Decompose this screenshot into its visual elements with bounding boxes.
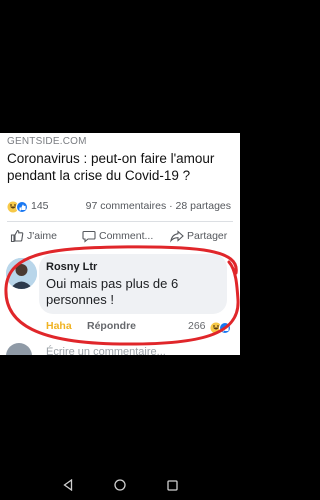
like-icon: [10, 229, 24, 243]
android-navbar: [0, 470, 240, 500]
recents-icon[interactable]: [164, 477, 180, 493]
next-comment-avatar[interactable]: [6, 343, 32, 355]
comment-author[interactable]: Rosny Ltr: [46, 261, 97, 273]
back-icon[interactable]: [60, 477, 76, 493]
share-icon: [170, 230, 184, 243]
post-actions: J'aime Comment... Partager: [0, 226, 240, 246]
post-title[interactable]: Coronavirus : peut-on faire l'amour pend…: [7, 150, 235, 184]
post-card: GENTSIDE.COM Coronavirus : peut-on faire…: [0, 133, 240, 355]
post-source[interactable]: GENTSIDE.COM: [7, 136, 87, 147]
reaction-count[interactable]: 145: [31, 200, 49, 212]
avatar[interactable]: [6, 258, 37, 289]
comment-button[interactable]: Comment...: [82, 228, 153, 244]
comment-reaction-count[interactable]: 266: [188, 320, 206, 332]
haha-reaction-button[interactable]: Haha: [46, 320, 72, 332]
home-icon[interactable]: [112, 477, 128, 493]
like-button[interactable]: J'aime: [10, 228, 57, 244]
reaction-icons[interactable]: [7, 201, 31, 213]
comment-icon: [82, 230, 96, 243]
divider: [7, 221, 233, 222]
avatar-photo: [6, 258, 37, 289]
reply-button[interactable]: Répondre: [87, 320, 136, 332]
comment-actions: Haha Répondre 266: [0, 319, 240, 335]
share-label: Partager: [187, 230, 228, 242]
comment-text: Oui mais pas plus de 6 personnes !: [46, 276, 179, 307]
next-comment-text: Écrire un commentaire...: [46, 346, 166, 355]
share-button[interactable]: Partager: [170, 228, 227, 244]
comment-label: Comment...: [99, 230, 154, 242]
comment-bubble: Rosny Ltr Oui mais pas plus de 6 personn…: [39, 254, 227, 314]
comments-shares-count[interactable]: 97 commentaires · 28 partages: [86, 200, 231, 212]
post-stats: 145 97 commentaires · 28 partages: [7, 199, 235, 215]
comment-reaction-icons: [210, 322, 231, 334]
like-label: J'aime: [27, 230, 58, 242]
